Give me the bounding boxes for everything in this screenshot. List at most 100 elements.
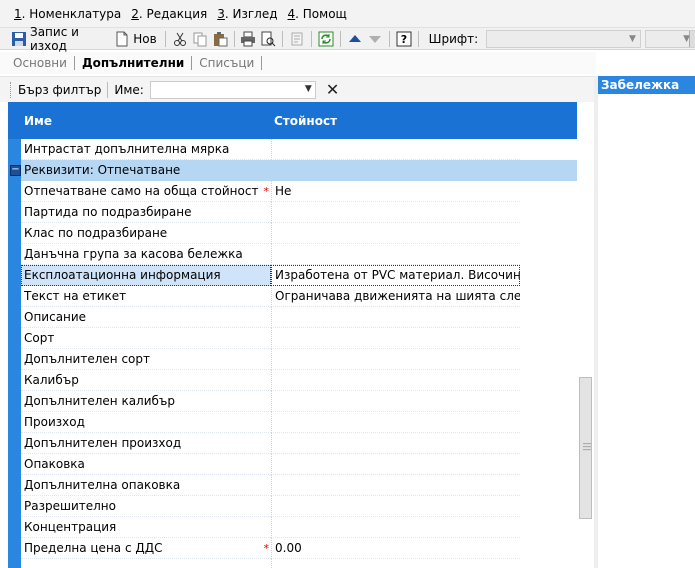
row-margin (8, 475, 21, 496)
group-row[interactable]: Реквизити: Отпечатване − (8, 160, 577, 181)
menu-item-label: . Редакция (138, 6, 208, 21)
property-value-cell[interactable] (271, 370, 520, 391)
property-name-cell[interactable]: Експлоатационна информация (21, 265, 271, 286)
property-name-cell[interactable]: Сорт (21, 328, 271, 349)
font-family-select[interactable]: ▼ (486, 29, 641, 48)
property-value-cell[interactable]: Ограничава движенията на шията след тр..… (271, 286, 520, 307)
table-row[interactable]: Сорт (8, 328, 577, 349)
document-list-icon[interactable] (289, 31, 305, 47)
table-row[interactable]: Клас по подразбиране (8, 223, 577, 244)
property-name-cell[interactable]: Допълнителна опаковка (21, 475, 271, 496)
table-row[interactable]: Описание (8, 307, 577, 328)
menu-item-3[interactable]: 3. Изглед (217, 7, 277, 21)
row-margin (8, 517, 21, 538)
property-value-cell[interactable] (271, 517, 520, 538)
property-name-cell[interactable]: Описание (21, 307, 271, 328)
property-value-cell[interactable] (271, 244, 520, 265)
property-value-cell[interactable] (271, 307, 520, 328)
toolbar-separator (164, 30, 166, 47)
property-name-cell[interactable]: Произход (21, 412, 271, 433)
property-name-cell[interactable]: Допълнителен произход (21, 433, 271, 454)
property-name-cell[interactable]: Пределна цена с ДДС * (21, 538, 271, 559)
print-preview-icon[interactable] (260, 31, 276, 47)
table-row[interactable]: Концентрация (8, 517, 577, 538)
property-value-cell[interactable] (271, 328, 520, 349)
property-name-cell[interactable] (21, 559, 271, 568)
table-row[interactable]: Допълнителна опаковка (8, 475, 577, 496)
table-row[interactable] (8, 559, 577, 568)
tab-3[interactable]: Списъци (196, 56, 257, 70)
property-name-cell[interactable]: Опаковка (21, 454, 271, 475)
refresh-icon[interactable] (318, 31, 334, 47)
quick-filter-button[interactable]: Бърз филтър (18, 83, 101, 97)
property-value-cell[interactable] (271, 454, 520, 475)
property-name-cell[interactable]: Данъчна група за касова бележка (21, 244, 271, 265)
tab-2[interactable]: Допълнителни (79, 56, 187, 70)
property-value-cell[interactable] (271, 202, 520, 223)
property-value-cell[interactable] (271, 496, 520, 517)
tab-1[interactable]: Основни (10, 56, 70, 70)
font-size-select[interactable]: ▼ (644, 29, 695, 48)
table-row[interactable]: Опаковка (8, 454, 577, 475)
property-value-cell[interactable] (271, 559, 520, 568)
table-row[interactable]: Партида по подразбиране (8, 202, 577, 223)
table-row[interactable]: Текст на етикет Ограничава движенията на … (8, 286, 577, 307)
property-name-cell[interactable]: Текст на етикет (21, 286, 271, 307)
table-row[interactable]: Данъчна група за касова бележка (8, 244, 577, 265)
property-name-cell[interactable]: Клас по подразбиране (21, 223, 271, 244)
arrow-down-icon[interactable] (367, 31, 383, 47)
toolbar-grip[interactable] (10, 81, 12, 98)
vertical-scrollbar[interactable]: ― ― ― (577, 139, 594, 568)
toolbar-overflow-button[interactable] (689, 31, 695, 47)
property-value-cell[interactable]: 0.00 (271, 538, 520, 559)
name-filter-input[interactable]: ▼ (149, 80, 316, 99)
arrow-up-icon[interactable] (347, 31, 363, 47)
property-value-cell[interactable] (271, 412, 520, 433)
chevron-down-icon: ▼ (629, 33, 636, 44)
property-name-cell[interactable]: Допълнителен сорт (21, 349, 271, 370)
table-row[interactable]: Експлоатационна информация Изработена от … (8, 265, 577, 286)
column-header-name[interactable]: Име (8, 114, 266, 128)
property-value-cell[interactable] (271, 139, 520, 160)
column-header-value[interactable]: Стойност (266, 114, 337, 128)
save-and-exit-button[interactable]: Запис и изход (9, 25, 106, 53)
copy-icon[interactable] (192, 31, 208, 47)
property-value-cell[interactable]: Изработена от PVC материал. Височината н… (271, 265, 520, 286)
menu-item-4[interactable]: 4. Помощ (288, 7, 347, 21)
cut-icon[interactable] (172, 31, 188, 47)
table-row[interactable]: Допълнителен калибър (8, 391, 577, 412)
table-row[interactable]: Отпечатване само на обща стойност * Не (8, 181, 577, 202)
help-icon[interactable]: ? (396, 31, 412, 47)
property-value-cell[interactable] (271, 475, 520, 496)
table-row[interactable]: Произход (8, 412, 577, 433)
table-row[interactable]: Разрешително (8, 496, 577, 517)
chevron-down-icon[interactable]: ▼ (305, 84, 312, 94)
print-icon[interactable] (240, 31, 256, 47)
property-name-cell[interactable]: Допълнителен калибър (21, 391, 271, 412)
clear-filter-icon[interactable]: ✕ (326, 80, 339, 99)
new-button[interactable]: Нов (112, 29, 158, 49)
collapse-icon[interactable]: − (10, 165, 21, 176)
table-row[interactable]: Калибър (8, 370, 577, 391)
scrollbar-thumb[interactable]: ― ― ― (579, 377, 592, 519)
property-name-cell[interactable]: Интрастат допълнителна мярка (21, 139, 271, 160)
property-name-cell[interactable]: Разрешително (21, 496, 271, 517)
table-row[interactable]: Интрастат допълнителна мярка (8, 139, 577, 160)
paste-icon[interactable] (212, 31, 228, 47)
property-name-cell[interactable]: Калибър (21, 370, 271, 391)
table-row[interactable]: Допълнителен произход (8, 433, 577, 454)
row-margin (8, 349, 21, 370)
table-row[interactable]: Пределна цена с ДДС * 0.00 (8, 538, 577, 559)
property-value-cell[interactable] (271, 433, 520, 454)
property-value-cell[interactable] (271, 391, 520, 412)
table-row[interactable]: Допълнителен сорт (8, 349, 577, 370)
property-value-cell[interactable]: Не (271, 181, 520, 202)
property-name-cell[interactable]: Отпечатване само на обща стойност * (21, 181, 271, 202)
property-value-cell[interactable] (271, 223, 520, 244)
menu-item-1[interactable]: 1. Номенклатура (14, 7, 121, 21)
property-name-cell[interactable]: Концентрация (21, 517, 271, 538)
property-value-cell[interactable] (271, 349, 520, 370)
menu-item-2[interactable]: 2. Редакция (131, 7, 207, 21)
property-name-cell[interactable]: Партида по подразбиране (21, 202, 271, 223)
save-icon (11, 31, 27, 47)
